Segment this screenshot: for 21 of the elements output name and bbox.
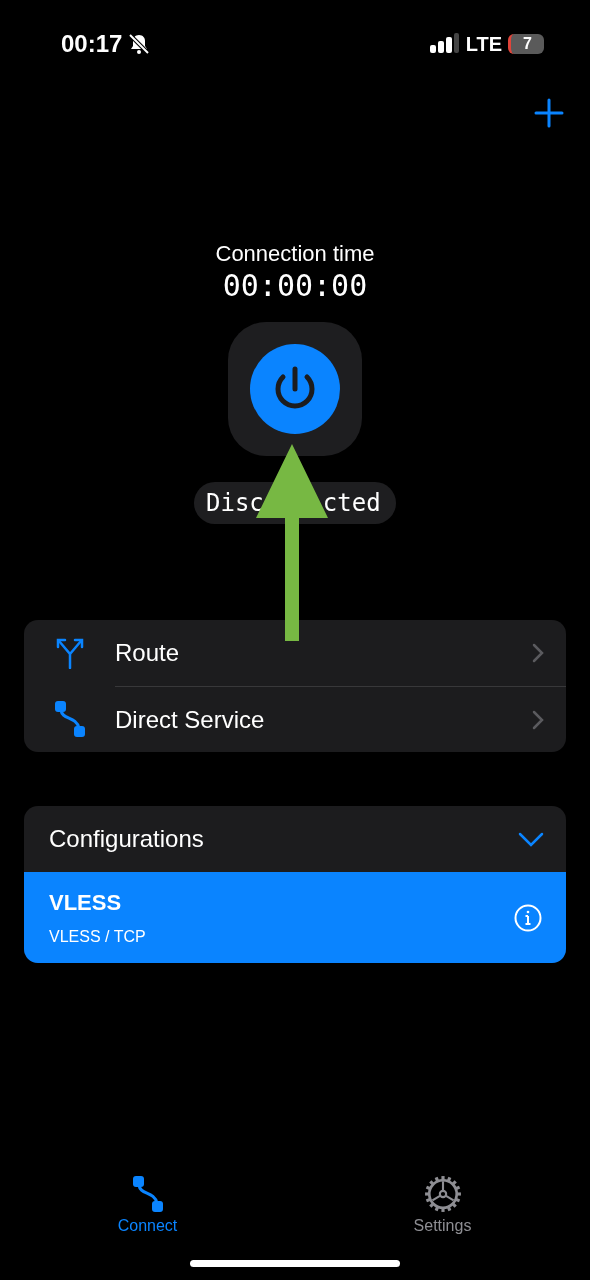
connection-time-label: Connection time <box>215 240 375 268</box>
tab-bar-item[interactable]: Settings <box>407 1174 478 1236</box>
power-button[interactable] <box>228 322 362 456</box>
network-label: LTE <box>465 32 502 56</box>
connection-timer: 00:00:00 <box>222 268 368 304</box>
configuration-item[interactable]: VLESS VLESS / TCP <box>24 872 566 963</box>
tab-bar-item[interactable]: Connect <box>111 1174 184 1236</box>
path-nodes-icon <box>131 1175 164 1213</box>
menu-item[interactable]: Direct Service <box>24 686 566 752</box>
bell-slash-icon <box>128 33 151 55</box>
chevron-right-icon <box>532 709 544 730</box>
info-icon <box>514 903 542 932</box>
signal-icon <box>429 33 460 55</box>
configurations-header[interactable]: Configurations <box>24 806 566 872</box>
add-button[interactable] <box>534 98 564 128</box>
chevron-right-icon <box>532 643 544 663</box>
battery-level: 7 <box>508 34 544 54</box>
menu-item[interactable]: Route <box>24 620 566 686</box>
settings-icon <box>423 1175 462 1213</box>
status-time: 00:17 <box>61 30 123 58</box>
path-nodes-icon <box>53 700 86 738</box>
